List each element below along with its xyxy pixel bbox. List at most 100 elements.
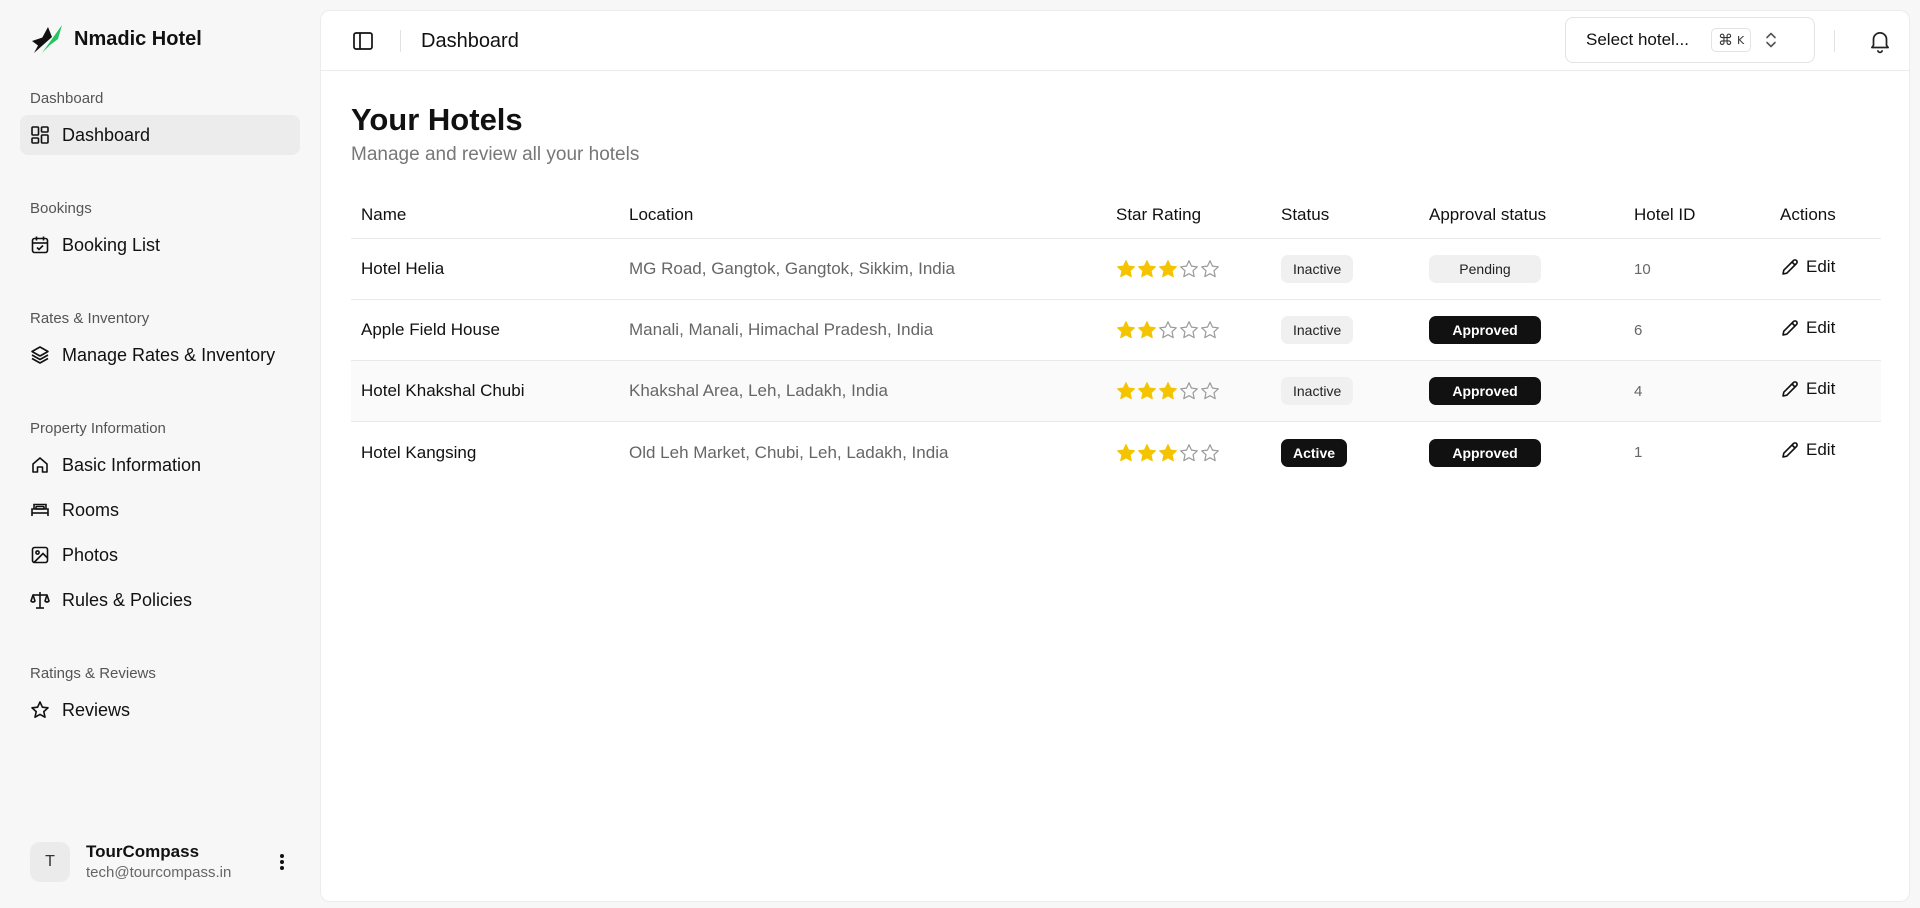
sidebar-item-basic-information[interactable]: Basic Information	[20, 445, 300, 485]
home-icon	[32, 457, 48, 473]
topbar: Dashboard Select hotel... ⌘ K	[321, 11, 1909, 71]
hotel-name: Hotel Kangsing	[361, 442, 477, 462]
brand[interactable]: Nmadic Hotel	[30, 22, 202, 56]
topbar-divider	[400, 30, 401, 52]
sidebar-item-reviews[interactable]: Reviews	[20, 690, 300, 730]
brand-name: Nmadic Hotel	[74, 27, 202, 50]
edit-button[interactable]: Edit	[1780, 379, 1835, 399]
edit-label: Edit	[1806, 256, 1836, 276]
more-options-button[interactable]	[270, 850, 294, 874]
sidebar-item-rooms[interactable]: Rooms	[20, 490, 300, 530]
edit-button[interactable]: Edit	[1780, 440, 1835, 460]
hotel-select-label: Select hotel...	[1586, 30, 1690, 49]
star-icon	[31, 701, 49, 719]
star-empty-icon	[1180, 260, 1198, 278]
image-icon	[31, 546, 49, 564]
nav-group-label: Rates & Inventory	[30, 310, 150, 327]
user-card[interactable]: T TourCompass tech@tourcompass.in	[20, 834, 300, 890]
actions-cell: Edit	[1770, 257, 1881, 282]
star-empty-icon	[1201, 321, 1219, 339]
table-row: Hotel Khakshal Chubi Khakshal Area, Leh, …	[351, 361, 1881, 422]
approval-badge: Pending	[1429, 255, 1541, 283]
sidebar-item-dashboard[interactable]: Dashboard	[20, 115, 300, 155]
star-filled-icon	[1117, 260, 1135, 278]
star-filled-icon	[1117, 443, 1135, 461]
star-empty-icon	[1201, 443, 1219, 461]
nav-group-bookings: Bookings Booking List	[20, 198, 300, 265]
scale-icon	[30, 592, 50, 609]
star-filled-icon	[1138, 260, 1156, 278]
nav-group-property: Property Information Basic Information R…	[20, 418, 300, 620]
shortcut-key: K	[1737, 33, 1745, 47]
status-badge: Inactive	[1281, 377, 1354, 405]
avatar: T	[30, 842, 70, 882]
sidebar-item-label: Basic Information	[62, 454, 202, 475]
actions-cell: Edit	[1770, 440, 1881, 465]
page-subtitle: Manage and review all your hotels	[351, 144, 640, 165]
hotel-location: Khakshal Area, Leh, Ladakh, India	[629, 381, 888, 400]
status-cell: Inactive	[1271, 377, 1419, 405]
star-empty-icon	[1180, 382, 1198, 400]
column-header-location: Location	[629, 205, 694, 224]
table-header: Name Location Star Rating Status Approva…	[351, 192, 1881, 239]
status-badge: Active	[1281, 438, 1348, 467]
nav-group-rates: Rates & Inventory Manage Rates & Invento…	[20, 308, 300, 375]
approval-cell: Approved	[1419, 438, 1624, 467]
more-vertical-icon	[280, 854, 284, 870]
edit-button[interactable]: Edit	[1780, 257, 1835, 277]
star-empty-icon	[1180, 321, 1198, 339]
hotel-select[interactable]: Select hotel... ⌘ K	[1565, 17, 1815, 63]
column-header-approval-status: Approval status	[1429, 205, 1547, 224]
sidebar-item-photos[interactable]: Photos	[20, 535, 300, 575]
edit-label: Edit	[1806, 378, 1836, 398]
sidebar-item-label: Photos	[62, 544, 119, 565]
edit-button[interactable]: Edit	[1780, 318, 1835, 338]
approval-badge: Approved	[1429, 377, 1541, 405]
sidebar-item-rules-policies[interactable]: Rules & Policies	[20, 580, 300, 620]
table-row: Apple Field House Manali, Manali, Himacha…	[351, 300, 1881, 361]
pencil-icon	[1782, 442, 1798, 458]
hotel-id: 10	[1634, 260, 1651, 278]
nav-group-ratings: Ratings & Reviews Reviews	[20, 663, 300, 730]
star-empty-icon	[1159, 321, 1177, 339]
column-header-actions: Actions	[1780, 205, 1836, 224]
sidebar-item-booking-list[interactable]: Booking List	[20, 225, 300, 265]
edit-label: Edit	[1806, 440, 1836, 459]
status-badge: Inactive	[1281, 316, 1354, 344]
pencil-icon	[1782, 380, 1798, 397]
column-header-star-rating: Star Rating	[1116, 205, 1202, 224]
star-filled-icon	[1138, 443, 1156, 461]
sidebar-toggle-icon[interactable]	[351, 29, 375, 53]
column-header-name: Name	[361, 205, 407, 224]
user-info: TourCompass tech@tourcompass.in	[86, 841, 270, 883]
star-empty-icon	[1201, 382, 1219, 400]
user-name: TourCompass	[86, 842, 200, 861]
status-badge: Inactive	[1281, 255, 1354, 283]
user-email: tech@tourcompass.in	[86, 864, 232, 881]
star-empty-icon	[1201, 260, 1219, 278]
approval-cell: Approved	[1419, 316, 1624, 344]
dashboard-icon	[31, 126, 49, 144]
approval-badge: Approved	[1429, 316, 1541, 344]
chevron-up-down-icon	[1766, 32, 1777, 48]
table-body: Hotel Helia MG Road, Gangtok, Gangtok, Si…	[351, 239, 1881, 483]
sidebar-item-manage-rates[interactable]: Manage Rates & Inventory	[20, 335, 300, 375]
page-title: Your Hotels	[351, 102, 523, 137]
hotel-id: 6	[1634, 321, 1643, 339]
table-row: Hotel Helia MG Road, Gangtok, Gangtok, Si…	[351, 239, 1881, 300]
calendar-check-icon	[31, 236, 49, 254]
hotel-name: Apple Field House	[361, 320, 500, 339]
topbar-divider	[1834, 30, 1835, 52]
star-rating	[1106, 381, 1271, 401]
star-empty-icon	[1180, 443, 1198, 461]
bell-icon[interactable]	[1867, 28, 1893, 54]
approval-badge: Approved	[1429, 438, 1541, 467]
main-panel: Dashboard Select hotel... ⌘ K Your Hotel…	[320, 10, 1910, 902]
sidebar-item-label: Manage Rates & Inventory	[62, 344, 276, 365]
pencil-icon	[1782, 319, 1798, 336]
nav-group-label: Dashboard	[30, 90, 104, 107]
hotel-location: MG Road, Gangtok, Gangtok, Sikkim, India	[629, 259, 955, 278]
page-breadcrumb: Dashboard	[421, 30, 519, 52]
sidebar-item-label: Rules & Policies	[62, 589, 193, 610]
sidebar-item-label: Dashboard	[62, 124, 151, 145]
